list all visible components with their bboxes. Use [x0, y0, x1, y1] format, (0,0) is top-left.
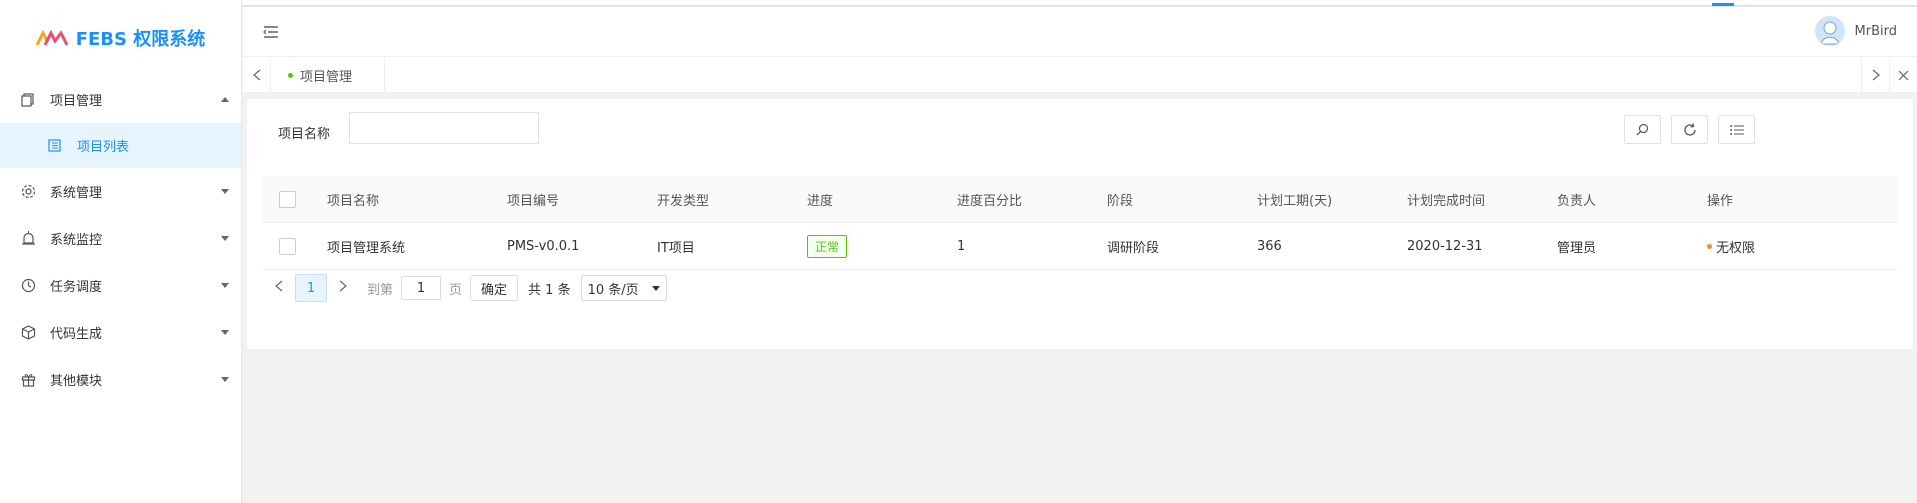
username: MrBird — [1854, 23, 1897, 39]
clock-icon — [20, 278, 36, 294]
tab-label: 项目管理 — [300, 69, 353, 85]
avatar — [1814, 16, 1845, 46]
search-button[interactable] — [1624, 115, 1661, 144]
chevron-left-icon — [275, 280, 283, 292]
total-count: 共 1 条 — [528, 282, 571, 298]
sidebar-item-project[interactable]: 项目管理 — [0, 76, 241, 123]
cell-dev-type: IT项目 — [657, 240, 695, 256]
next-page-button[interactable] — [333, 280, 353, 296]
sidebar-subitem-label: 项目列表 — [77, 140, 130, 155]
cell-code: PMS-v0.0.1 — [507, 238, 580, 254]
sidebar-item-system[interactable]: 系统管理 — [0, 168, 241, 215]
warning-dot-icon — [1707, 243, 1712, 249]
column-header[interactable]: 操作 — [1707, 190, 1733, 209]
chevron-up-icon — [221, 96, 229, 102]
sidebar-item-label: 任务调度 — [50, 280, 103, 295]
cube-icon — [20, 325, 36, 341]
sidebar-item-label: 项目管理 — [50, 94, 103, 109]
cell-owner: 管理员 — [1557, 240, 1597, 256]
column-header[interactable]: 阶段 — [1107, 190, 1133, 209]
content-card: 项目名称 项目名称 项目编号 开发类型 进度 进度百分比 阶段 计划工期(天) … — [247, 99, 1913, 349]
chevron-right-icon — [1872, 69, 1880, 81]
copy-icon — [20, 92, 36, 108]
refresh-button[interactable] — [1671, 115, 1708, 144]
status-badge: 正常 — [807, 234, 848, 258]
column-header[interactable]: 进度百分比 — [957, 190, 1022, 209]
chevron-down-icon — [221, 188, 229, 194]
prev-page-button[interactable] — [269, 280, 289, 296]
tab-bar: 项目管理 — [243, 56, 1917, 93]
cell-duration: 366 — [1257, 238, 1282, 254]
tab-project-management[interactable]: 项目管理 — [271, 57, 385, 93]
column-header[interactable]: 项目名称 — [327, 190, 379, 209]
cell-action: 无权限 — [1707, 237, 1755, 256]
confirm-button[interactable]: 确定 — [470, 275, 519, 301]
page-number-current[interactable]: 1 — [295, 274, 327, 302]
columns-button[interactable] — [1718, 115, 1755, 144]
column-header[interactable]: 负责人 — [1557, 190, 1596, 209]
sidebar-item-label: 代码生成 — [50, 327, 103, 342]
sidebar-subitem-project-list[interactable]: 项目列表 — [0, 123, 241, 168]
column-header[interactable]: 项目编号 — [507, 190, 559, 209]
active-dot-icon — [288, 72, 293, 78]
gear-icon — [20, 184, 36, 200]
select-all-checkbox[interactable] — [279, 190, 296, 208]
list-icon — [48, 139, 61, 152]
action-text: 无权限 — [1716, 240, 1756, 256]
search-icon — [1636, 123, 1649, 136]
sidebar-item-schedule[interactable]: 任务调度 — [0, 262, 241, 309]
row-checkbox[interactable] — [279, 237, 296, 255]
chevron-down-icon — [221, 376, 229, 382]
column-header[interactable]: 开发类型 — [657, 190, 709, 209]
chevron-down-icon — [221, 235, 229, 241]
tab-close-button[interactable] — [1889, 57, 1917, 93]
search-label: 项目名称 — [278, 127, 331, 142]
search-input[interactable] — [349, 112, 539, 144]
sidebar: FEBS 权限系统 项目管理 项目列表 系统管理 系统监控 任务调度 代码生成 … — [0, 0, 242, 503]
list-icon — [1729, 124, 1744, 135]
sidebar-item-other[interactable]: 其他模块 — [0, 356, 241, 403]
chevron-left-icon — [252, 69, 260, 81]
logo[interactable]: FEBS 权限系统 — [0, 0, 241, 76]
chevron-down-icon — [221, 282, 229, 288]
page-size-select[interactable]: 10 条/页 — [580, 275, 667, 301]
table-row[interactable]: 项目管理系统 PMS-v0.0.1 IT项目 正常 1 调研阶段 366 202… — [263, 223, 1897, 270]
sidebar-item-label: 其他模块 — [50, 374, 103, 389]
column-header[interactable]: 计划完成时间 — [1407, 190, 1485, 209]
column-header[interactable]: 计划工期(天) — [1257, 190, 1332, 209]
tab-next-button[interactable] — [1861, 57, 1889, 93]
page-size-value: 10 条/页 — [587, 282, 639, 298]
table-header-row: 项目名称 项目编号 开发类型 进度 进度百分比 阶段 计划工期(天) 计划完成时… — [263, 176, 1897, 223]
collapse-menu-icon[interactable] — [263, 24, 279, 40]
monitor-icon — [20, 231, 36, 247]
user-menu[interactable]: MrBird — [1814, 16, 1897, 46]
sidebar-item-monitor[interactable]: 系统监控 — [0, 215, 241, 262]
sidebar-item-label: 系统监控 — [50, 233, 103, 248]
column-header[interactable]: 进度 — [807, 190, 833, 209]
close-icon — [1898, 70, 1909, 80]
sidebar-item-label: 系统管理 — [50, 186, 103, 201]
caret-down-icon — [651, 285, 660, 291]
goto-page-input[interactable]: 1 — [401, 276, 442, 300]
pagination: 1 到第 1 页 确定 共 1 条 10 条/页 — [263, 273, 667, 303]
cell-status: 正常 — [807, 234, 848, 258]
cell-percent: 1 — [957, 238, 966, 254]
cell-name: 项目管理系统 — [327, 240, 406, 256]
logo-icon — [35, 30, 68, 46]
cell-finish-date: 2020-12-31 — [1407, 238, 1483, 254]
page-unit-label: 页 — [449, 282, 463, 298]
gift-icon — [20, 372, 36, 388]
app-title: FEBS 权限系统 — [75, 29, 206, 50]
tab-prev-button[interactable] — [243, 57, 271, 93]
refresh-icon — [1683, 122, 1696, 136]
cell-stage: 调研阶段 — [1107, 240, 1160, 256]
chevron-right-icon — [339, 280, 347, 292]
sidebar-item-codegen[interactable]: 代码生成 — [0, 309, 241, 356]
chevron-down-icon — [221, 329, 229, 335]
project-table: 项目名称 项目编号 开发类型 进度 进度百分比 阶段 计划工期(天) 计划完成时… — [263, 176, 1897, 270]
header: MrBird — [243, 6, 1917, 56]
goto-label: 到第 — [367, 282, 394, 298]
